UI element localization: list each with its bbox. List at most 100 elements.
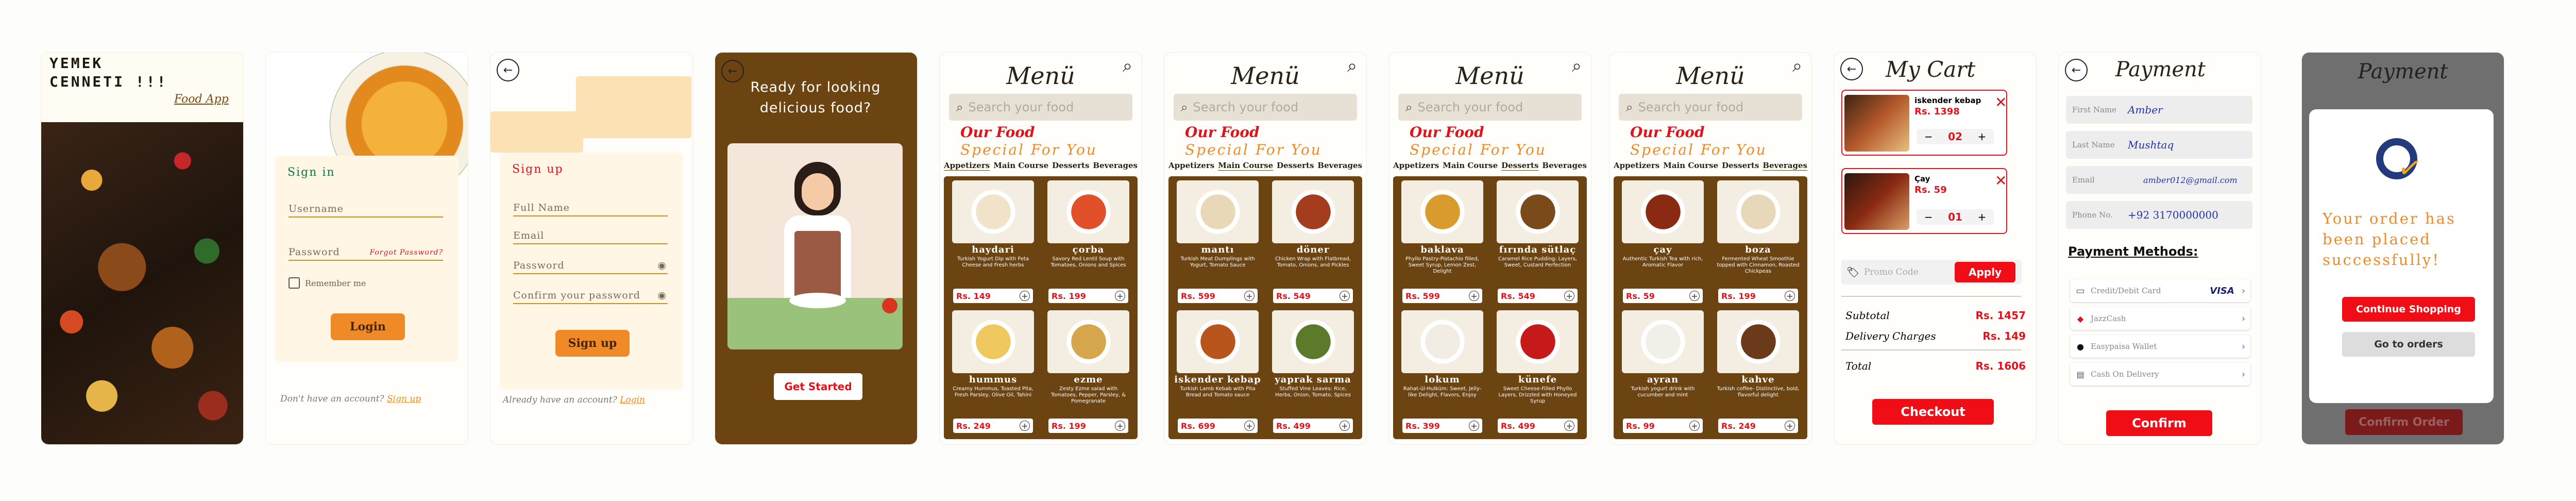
remove-icon[interactable]: ✕ — [1995, 172, 2007, 189]
add-icon[interactable]: + — [1785, 421, 1795, 431]
email-field[interactable]: Email — [513, 230, 668, 244]
menu-item[interactable]: döner Chicken Wrap with Flatbread, Tomat… — [1268, 180, 1358, 305]
go-to-orders-button[interactable]: Go to orders — [2342, 332, 2475, 357]
username-field[interactable]: Username — [289, 203, 443, 218]
payment-method-card[interactable]: ▭ Credit/Debit Card VISA › — [2070, 279, 2250, 302]
add-icon[interactable]: + — [1469, 291, 1479, 301]
menu-item[interactable]: kahve Turkish coffee- Distinctive, bold,… — [1713, 310, 1803, 435]
get-started-button[interactable]: Get Started — [774, 373, 862, 400]
menu-item[interactable]: çay Authentic Turkish Tea with rich, Aro… — [1618, 180, 1708, 305]
price-bar: Rs. 249 + — [1718, 419, 1798, 433]
remove-icon[interactable]: ✕ — [1995, 94, 2007, 111]
menu-item[interactable]: boza Fermented Wheat Smoothie topped wit… — [1713, 180, 1803, 305]
add-icon[interactable]: + — [1469, 421, 1479, 431]
minus-icon[interactable]: − — [1924, 130, 1933, 143]
tab-desserts[interactable]: Desserts — [1501, 161, 1538, 170]
add-icon[interactable]: + — [1340, 421, 1350, 431]
payment-method-jazzcash[interactable]: ◆ JazzCash › — [2070, 307, 2250, 330]
apply-button[interactable]: Apply — [1955, 262, 2015, 282]
tab-main-course[interactable]: Main Course — [1663, 161, 1718, 170]
password-field[interactable]: Password Forgot Password? — [289, 246, 443, 261]
menu-item[interactable]: lokum Rahat-ül-Hulküm: Sweet, Jelly-like… — [1397, 310, 1487, 435]
menu-item[interactable]: mantı Turkish Meat Dumplings with Yogurt… — [1173, 180, 1263, 305]
search-input[interactable]: ⌕ Search your food — [1619, 94, 1802, 121]
login-link[interactable]: Login — [620, 395, 645, 405]
add-icon[interactable]: + — [1564, 291, 1574, 301]
menu-item[interactable]: yaprak sarma Stuffed Vine Leaves: Rice, … — [1268, 310, 1358, 435]
menu-item[interactable]: haydari Turkish Yogurt Dip with Feta Che… — [948, 180, 1038, 305]
add-icon[interactable]: + — [1689, 291, 1700, 301]
tab-main-course[interactable]: Main Course — [1443, 161, 1498, 170]
tab-desserts[interactable]: Desserts — [1277, 161, 1314, 170]
checkout-button[interactable]: Checkout — [1872, 399, 1994, 425]
tab-appetizers[interactable]: Appetizers — [1168, 161, 1214, 170]
add-icon[interactable]: + — [1244, 291, 1255, 301]
tab-appetizers[interactable]: Appetizers — [1393, 161, 1439, 170]
quantity-stepper[interactable]: − 01 + — [1917, 209, 1994, 225]
back-arrow-icon[interactable]: ← — [2065, 59, 2088, 81]
tab-appetizers[interactable]: Appetizers — [1614, 161, 1659, 170]
phone-field[interactable]: Phone No. +92 3170000000 — [2066, 201, 2252, 229]
login-button[interactable]: Login — [331, 313, 405, 340]
last-name-field[interactable]: Last Name Mushtaq — [2066, 131, 2252, 159]
tab-appetizers[interactable]: Appetizers — [944, 161, 990, 170]
email-field[interactable]: Email amber012@gmail.com — [2066, 166, 2252, 194]
menu-item[interactable]: ayran Turkish yogurt drink with cucumber… — [1618, 310, 1708, 435]
tab-beverages[interactable]: Beverages — [1762, 161, 1807, 170]
plus-icon[interactable]: + — [1977, 130, 1986, 143]
remember-checkbox[interactable] — [289, 277, 300, 289]
add-icon[interactable]: + — [1785, 291, 1795, 301]
tab-desserts[interactable]: Desserts — [1052, 161, 1089, 170]
method-name: Cash On Delivery — [2091, 370, 2159, 379]
item-description: Turkish yogurt drink with cucumber and m… — [1631, 386, 1695, 398]
tab-beverages[interactable]: Beverages — [1317, 161, 1362, 170]
add-icon[interactable]: + — [1115, 421, 1125, 431]
menu-item[interactable]: çorba Savory Red Lentil Soup with Tomato… — [1043, 180, 1133, 305]
menu-item[interactable]: künefe Sweet Cheese-Filled Phyllo Layers… — [1493, 310, 1583, 435]
payment-method-easypaisa[interactable]: ● Easypaisa Wallet › — [2070, 335, 2250, 358]
back-arrow-icon[interactable]: ← — [497, 59, 519, 81]
continue-shopping-button[interactable]: Continue Shopping — [2342, 297, 2475, 322]
zoom-search-icon[interactable]: ⌕ — [1572, 56, 1582, 76]
forgot-password-link[interactable]: Forgot Password? — [369, 248, 443, 257]
menu-item[interactable]: ezme Zesty Ezme salad with Tomatoes, Pep… — [1043, 310, 1133, 435]
confirm-password-field[interactable]: Confirm your password ◉ — [513, 290, 668, 304]
eye-icon[interactable]: ◉ — [657, 260, 667, 271]
add-icon[interactable]: + — [1020, 421, 1030, 431]
signup-button[interactable]: Sign up — [555, 330, 630, 357]
search-input[interactable]: ⌕ Search your food — [1398, 94, 1582, 121]
subtotal-value: Rs. 1457 — [1975, 309, 2026, 322]
tab-main-course[interactable]: Main Course — [993, 161, 1048, 170]
menu-item[interactable]: hummus Creamy Hummus, Toasted Pita, Fres… — [948, 310, 1038, 435]
confirm-order-button[interactable]: Confirm Order — [2345, 409, 2463, 435]
add-icon[interactable]: + — [1115, 291, 1125, 301]
payment-method-cod[interactable]: ▤ Cash On Delivery › — [2070, 363, 2250, 386]
add-icon[interactable]: + — [1020, 291, 1030, 301]
add-icon[interactable]: + — [1689, 421, 1700, 431]
tab-beverages[interactable]: Beverages — [1542, 161, 1587, 170]
back-arrow-icon[interactable]: ← — [1840, 58, 1863, 80]
add-icon[interactable]: + — [1340, 291, 1350, 301]
tab-beverages[interactable]: Beverages — [1093, 161, 1138, 170]
confirm-button[interactable]: Confirm — [2106, 410, 2212, 436]
password-field[interactable]: Password ◉ — [513, 260, 668, 274]
zoom-search-icon[interactable]: ⌕ — [1792, 56, 1802, 76]
quantity-stepper[interactable]: − 02 + — [1917, 129, 1994, 144]
signup-link[interactable]: Sign up — [387, 394, 421, 404]
zoom-search-icon[interactable]: ⌕ — [1123, 56, 1132, 76]
first-name-field[interactable]: First Name Amber — [2066, 96, 2252, 124]
zoom-search-icon[interactable]: ⌕ — [1347, 56, 1357, 76]
tab-main-course[interactable]: Main Course — [1218, 161, 1273, 170]
search-input[interactable]: ⌕ Search your food — [949, 94, 1132, 121]
eye-off-icon[interactable]: ◉ — [657, 290, 667, 301]
add-icon[interactable]: + — [1244, 421, 1255, 431]
tab-desserts[interactable]: Desserts — [1722, 161, 1759, 170]
menu-item[interactable]: iskender kebap Turkish Lamb Kebab with P… — [1173, 310, 1263, 435]
search-input[interactable]: ⌕ Search your food — [1174, 94, 1357, 121]
menu-item[interactable]: baklava Phyllo Pastry-Pistachio filled, … — [1397, 180, 1487, 305]
menu-item[interactable]: fırında sütlaç Caramel Rice Pudding: Lay… — [1493, 180, 1583, 305]
add-icon[interactable]: + — [1564, 421, 1574, 431]
minus-icon[interactable]: − — [1924, 211, 1933, 223]
plus-icon[interactable]: + — [1977, 211, 1986, 223]
full-name-field[interactable]: Full Name — [513, 202, 668, 216]
